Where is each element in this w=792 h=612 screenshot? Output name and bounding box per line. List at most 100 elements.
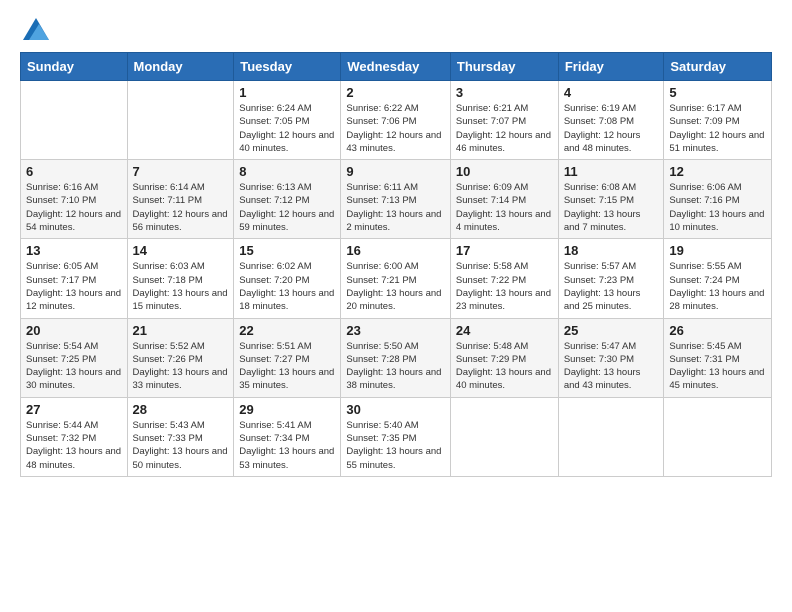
day-cell: 19 Sunrise: 5:55 AM Sunset: 7:24 PM Dayli…: [664, 239, 772, 318]
header: [20, 18, 772, 42]
day-number: 14: [133, 243, 229, 258]
day-number: 3: [456, 85, 553, 100]
day-info: Sunrise: 5:48 AM Sunset: 7:29 PM Dayligh…: [456, 340, 553, 393]
day-info: Sunrise: 6:24 AM Sunset: 7:05 PM Dayligh…: [239, 102, 335, 155]
day-number: 27: [26, 402, 122, 417]
day-cell: 12 Sunrise: 6:06 AM Sunset: 7:16 PM Dayli…: [664, 160, 772, 239]
day-info: Sunrise: 6:06 AM Sunset: 7:16 PM Dayligh…: [669, 181, 766, 234]
day-info: Sunrise: 6:16 AM Sunset: 7:10 PM Dayligh…: [26, 181, 122, 234]
calendar-table: SundayMondayTuesdayWednesdayThursdayFrid…: [20, 52, 772, 477]
day-number: 4: [564, 85, 659, 100]
day-cell: 14 Sunrise: 6:03 AM Sunset: 7:18 PM Dayli…: [127, 239, 234, 318]
day-info: Sunrise: 6:11 AM Sunset: 7:13 PM Dayligh…: [346, 181, 445, 234]
day-number: 15: [239, 243, 335, 258]
day-info: Sunrise: 5:45 AM Sunset: 7:31 PM Dayligh…: [669, 340, 766, 393]
day-info: Sunrise: 5:54 AM Sunset: 7:25 PM Dayligh…: [26, 340, 122, 393]
day-cell: 18 Sunrise: 5:57 AM Sunset: 7:23 PM Dayli…: [558, 239, 664, 318]
day-cell: 6Sunrise: 6:16 AM Sunset: 7:10 PM Daylig…: [21, 160, 128, 239]
day-info: Sunrise: 5:50 AM Sunset: 7:28 PM Dayligh…: [346, 340, 445, 393]
day-info: Sunrise: 6:08 AM Sunset: 7:15 PM Dayligh…: [564, 181, 659, 234]
day-info: Sunrise: 5:52 AM Sunset: 7:26 PM Dayligh…: [133, 340, 229, 393]
week-row-2: 13 Sunrise: 6:05 AM Sunset: 7:17 PM Dayli…: [21, 239, 772, 318]
day-info: Sunrise: 5:47 AM Sunset: 7:30 PM Dayligh…: [564, 340, 659, 393]
day-cell: 25 Sunrise: 5:47 AM Sunset: 7:30 PM Dayli…: [558, 318, 664, 397]
week-row-0: 1 Sunrise: 6:24 AM Sunset: 7:05 PM Daylig…: [21, 81, 772, 160]
day-number: 1: [239, 85, 335, 100]
weekday-header-tuesday: Tuesday: [234, 53, 341, 81]
day-number: 10: [456, 164, 553, 179]
day-info: Sunrise: 6:14 AM Sunset: 7:11 PM Dayligh…: [133, 181, 229, 234]
day-cell: 3Sunrise: 6:21 AM Sunset: 7:07 PM Daylig…: [450, 81, 558, 160]
day-cell: 15 Sunrise: 6:02 AM Sunset: 7:20 PM Dayli…: [234, 239, 341, 318]
day-info: Sunrise: 6:00 AM Sunset: 7:21 PM Dayligh…: [346, 260, 445, 313]
day-number: 18: [564, 243, 659, 258]
day-cell: 5Sunrise: 6:17 AM Sunset: 7:09 PM Daylig…: [664, 81, 772, 160]
day-number: 23: [346, 323, 445, 338]
day-cell: 9 Sunrise: 6:11 AM Sunset: 7:13 PM Daylig…: [341, 160, 451, 239]
day-number: 13: [26, 243, 122, 258]
day-info: Sunrise: 5:55 AM Sunset: 7:24 PM Dayligh…: [669, 260, 766, 313]
day-info: Sunrise: 5:57 AM Sunset: 7:23 PM Dayligh…: [564, 260, 659, 313]
day-cell: [21, 81, 128, 160]
weekday-header-friday: Friday: [558, 53, 664, 81]
day-cell: 21 Sunrise: 5:52 AM Sunset: 7:26 PM Dayli…: [127, 318, 234, 397]
day-cell: 30 Sunrise: 5:40 AM Sunset: 7:35 PM Dayli…: [341, 397, 451, 476]
weekday-header-monday: Monday: [127, 53, 234, 81]
day-cell: [450, 397, 558, 476]
day-number: 21: [133, 323, 229, 338]
day-number: 22: [239, 323, 335, 338]
day-info: Sunrise: 6:17 AM Sunset: 7:09 PM Dayligh…: [669, 102, 766, 155]
weekday-header-row: SundayMondayTuesdayWednesdayThursdayFrid…: [21, 53, 772, 81]
day-number: 24: [456, 323, 553, 338]
week-row-4: 27Sunrise: 5:44 AM Sunset: 7:32 PM Dayli…: [21, 397, 772, 476]
day-cell: 7 Sunrise: 6:14 AM Sunset: 7:11 PM Daylig…: [127, 160, 234, 239]
day-cell: 11 Sunrise: 6:08 AM Sunset: 7:15 PM Dayli…: [558, 160, 664, 239]
weekday-header-thursday: Thursday: [450, 53, 558, 81]
day-info: Sunrise: 6:05 AM Sunset: 7:17 PM Dayligh…: [26, 260, 122, 313]
day-cell: 23 Sunrise: 5:50 AM Sunset: 7:28 PM Dayli…: [341, 318, 451, 397]
day-number: 25: [564, 323, 659, 338]
day-info: Sunrise: 6:09 AM Sunset: 7:14 PM Dayligh…: [456, 181, 553, 234]
day-info: Sunrise: 5:41 AM Sunset: 7:34 PM Dayligh…: [239, 419, 335, 472]
day-number: 9: [346, 164, 445, 179]
day-number: 7: [133, 164, 229, 179]
day-info: Sunrise: 5:58 AM Sunset: 7:22 PM Dayligh…: [456, 260, 553, 313]
day-cell: 16 Sunrise: 6:00 AM Sunset: 7:21 PM Dayli…: [341, 239, 451, 318]
day-cell: 26 Sunrise: 5:45 AM Sunset: 7:31 PM Dayli…: [664, 318, 772, 397]
day-cell: 4Sunrise: 6:19 AM Sunset: 7:08 PM Daylig…: [558, 81, 664, 160]
day-number: 11: [564, 164, 659, 179]
day-number: 26: [669, 323, 766, 338]
day-cell: 20 Sunrise: 5:54 AM Sunset: 7:25 PM Dayli…: [21, 318, 128, 397]
day-cell: 22Sunrise: 5:51 AM Sunset: 7:27 PM Dayli…: [234, 318, 341, 397]
weekday-header-sunday: Sunday: [21, 53, 128, 81]
day-cell: 13 Sunrise: 6:05 AM Sunset: 7:17 PM Dayli…: [21, 239, 128, 318]
day-info: Sunrise: 6:02 AM Sunset: 7:20 PM Dayligh…: [239, 260, 335, 313]
day-cell: [664, 397, 772, 476]
day-cell: 17 Sunrise: 5:58 AM Sunset: 7:22 PM Dayli…: [450, 239, 558, 318]
day-number: 2: [346, 85, 445, 100]
weekday-header-wednesday: Wednesday: [341, 53, 451, 81]
day-cell: [558, 397, 664, 476]
day-info: Sunrise: 6:13 AM Sunset: 7:12 PM Dayligh…: [239, 181, 335, 234]
day-number: 17: [456, 243, 553, 258]
day-number: 12: [669, 164, 766, 179]
day-number: 28: [133, 402, 229, 417]
day-cell: 10 Sunrise: 6:09 AM Sunset: 7:14 PM Dayli…: [450, 160, 558, 239]
week-row-1: 6Sunrise: 6:16 AM Sunset: 7:10 PM Daylig…: [21, 160, 772, 239]
logo: [20, 18, 49, 42]
day-cell: 8Sunrise: 6:13 AM Sunset: 7:12 PM Daylig…: [234, 160, 341, 239]
day-info: Sunrise: 5:40 AM Sunset: 7:35 PM Dayligh…: [346, 419, 445, 472]
day-cell: [127, 81, 234, 160]
day-cell: 24 Sunrise: 5:48 AM Sunset: 7:29 PM Dayli…: [450, 318, 558, 397]
day-cell: 1 Sunrise: 6:24 AM Sunset: 7:05 PM Daylig…: [234, 81, 341, 160]
day-number: 20: [26, 323, 122, 338]
page: SundayMondayTuesdayWednesdayThursdayFrid…: [0, 0, 792, 612]
day-number: 30: [346, 402, 445, 417]
week-row-3: 20 Sunrise: 5:54 AM Sunset: 7:25 PM Dayli…: [21, 318, 772, 397]
day-number: 19: [669, 243, 766, 258]
day-info: Sunrise: 6:03 AM Sunset: 7:18 PM Dayligh…: [133, 260, 229, 313]
day-cell: 28Sunrise: 5:43 AM Sunset: 7:33 PM Dayli…: [127, 397, 234, 476]
day-number: 16: [346, 243, 445, 258]
day-info: Sunrise: 6:22 AM Sunset: 7:06 PM Dayligh…: [346, 102, 445, 155]
day-cell: 27Sunrise: 5:44 AM Sunset: 7:32 PM Dayli…: [21, 397, 128, 476]
